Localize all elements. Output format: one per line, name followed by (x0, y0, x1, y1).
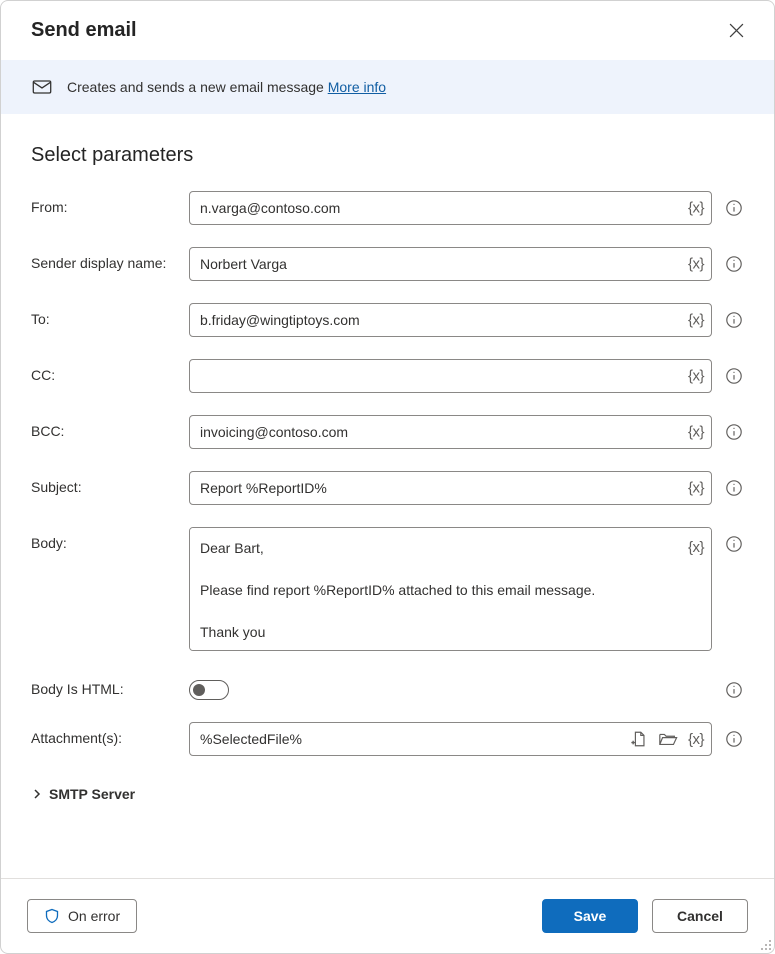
row-subject: Subject: {x} (31, 471, 744, 505)
select-file-icon[interactable] (628, 728, 650, 750)
info-icon[interactable] (724, 366, 744, 386)
subject-label: Subject: (31, 471, 189, 495)
on-error-label: On error (68, 908, 120, 924)
bcc-label: BCC: (31, 415, 189, 439)
send-email-dialog: Send email Creates and sends a new email… (0, 0, 775, 954)
toggle-knob (193, 684, 205, 696)
chevron-right-icon (31, 788, 43, 800)
sender-display-input[interactable] (189, 247, 712, 281)
row-from: From: {x} (31, 191, 744, 225)
info-icon[interactable] (724, 254, 744, 274)
smtp-server-label: SMTP Server (49, 786, 135, 802)
banner-text-content: Creates and sends a new email message (67, 79, 328, 95)
close-button[interactable] (725, 19, 748, 42)
dialog-body: Select parameters From: {x} Sender displ… (1, 114, 774, 878)
save-button[interactable]: Save (542, 899, 638, 933)
row-body: Body: {x} (31, 527, 744, 651)
info-banner: Creates and sends a new email message Mo… (1, 60, 774, 114)
close-icon (729, 23, 744, 38)
variable-picker-icon[interactable]: {x} (686, 366, 706, 387)
body-input[interactable] (189, 527, 712, 651)
from-input[interactable] (189, 191, 712, 225)
dialog-title: Send email (31, 19, 137, 42)
info-icon[interactable] (724, 534, 744, 554)
variable-picker-icon[interactable]: {x} (686, 198, 706, 219)
resize-grip-icon[interactable] (760, 939, 772, 951)
banner-text: Creates and sends a new email message Mo… (67, 79, 386, 95)
more-info-link[interactable]: More info (328, 79, 386, 95)
bcc-input[interactable] (189, 415, 712, 449)
info-icon[interactable] (724, 680, 744, 700)
parameters-section-title: Select parameters (31, 144, 744, 167)
variable-picker-icon[interactable]: {x} (686, 310, 706, 331)
subject-input[interactable] (189, 471, 712, 505)
shield-icon (44, 908, 60, 924)
variable-picker-icon[interactable]: {x} (686, 254, 706, 275)
variable-picker-icon[interactable]: {x} (686, 729, 706, 750)
body-is-html-toggle[interactable] (189, 680, 229, 700)
cancel-button[interactable]: Cancel (652, 899, 748, 933)
dialog-header: Send email (1, 1, 774, 60)
body-label: Body: (31, 527, 189, 551)
row-cc: CC: {x} (31, 359, 744, 393)
row-attachments: Attachment(s): (31, 722, 744, 756)
row-to: To: {x} (31, 303, 744, 337)
info-icon[interactable] (724, 198, 744, 218)
from-label: From: (31, 191, 189, 215)
browse-folder-icon[interactable] (656, 728, 680, 750)
smtp-server-expander[interactable]: SMTP Server (31, 778, 744, 810)
variable-picker-icon[interactable]: {x} (686, 422, 706, 443)
row-bcc: BCC: {x} (31, 415, 744, 449)
sender-display-label: Sender display name: (31, 247, 189, 271)
dialog-footer: On error Save Cancel (1, 878, 774, 953)
info-icon[interactable] (724, 729, 744, 749)
mail-icon (31, 76, 53, 98)
variable-picker-icon[interactable]: {x} (686, 478, 706, 499)
on-error-button[interactable]: On error (27, 899, 137, 933)
body-is-html-label: Body Is HTML: (31, 673, 189, 697)
cc-input[interactable] (189, 359, 712, 393)
row-sender-display: Sender display name: {x} (31, 247, 744, 281)
to-label: To: (31, 303, 189, 327)
cc-label: CC: (31, 359, 189, 383)
variable-picker-icon[interactable]: {x} (686, 537, 706, 558)
attachments-label: Attachment(s): (31, 722, 189, 746)
row-body-is-html: Body Is HTML: (31, 673, 744, 700)
info-icon[interactable] (724, 478, 744, 498)
to-input[interactable] (189, 303, 712, 337)
info-icon[interactable] (724, 422, 744, 442)
info-icon[interactable] (724, 310, 744, 330)
